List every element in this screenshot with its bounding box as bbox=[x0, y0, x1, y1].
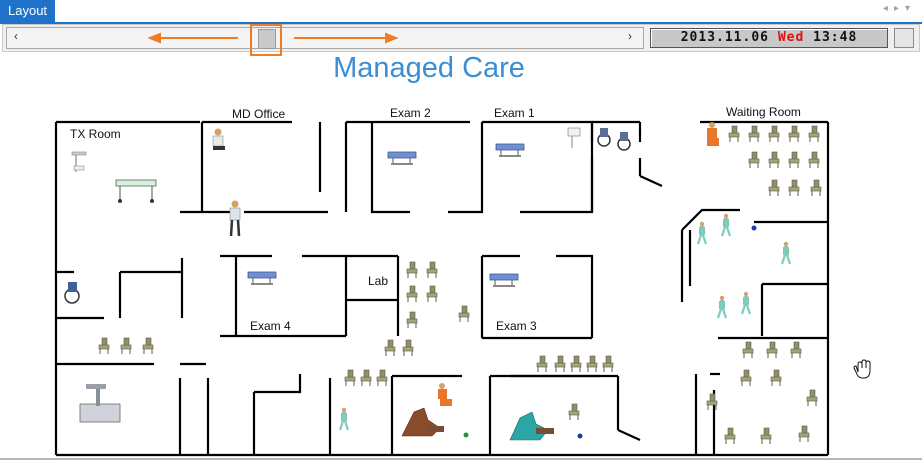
status-marker-icon bbox=[577, 433, 583, 439]
walking-patient-icon[interactable] bbox=[780, 240, 792, 266]
x-ray-machine-icon[interactable] bbox=[79, 384, 121, 423]
stretcher-icon[interactable] bbox=[115, 179, 157, 203]
exam-bed-icon[interactable] bbox=[387, 151, 417, 166]
room-label-exam4: Exam 4 bbox=[250, 319, 291, 333]
room-label-waiting: Waiting Room bbox=[726, 105, 801, 119]
patient-reclined-brown-icon[interactable] bbox=[401, 407, 444, 437]
room-label-exam1: Exam 1 bbox=[494, 106, 535, 120]
exam-bed-icon[interactable] bbox=[247, 271, 277, 286]
wheelchair-icon[interactable] bbox=[617, 132, 631, 151]
patient-waiting-icon[interactable] bbox=[707, 122, 719, 146]
hand-cursor-icon bbox=[853, 359, 871, 379]
wheelchair-icon[interactable] bbox=[64, 282, 80, 304]
walking-patient-icon[interactable] bbox=[338, 406, 350, 432]
staff-icon[interactable] bbox=[229, 200, 241, 237]
exam-bed-icon[interactable] bbox=[495, 143, 525, 158]
walking-patient-icon[interactable] bbox=[720, 212, 732, 238]
room-label-tx: TX Room bbox=[70, 127, 121, 141]
room-label-md-office: MD Office bbox=[232, 107, 285, 121]
floor-plan: TX Room MD Office Exam 2 Exam 1 Waiting … bbox=[54, 105, 871, 457]
patient-reclined-teal-icon[interactable] bbox=[509, 411, 554, 441]
walking-patient-icon[interactable] bbox=[716, 294, 728, 320]
room-label-lab: Lab bbox=[368, 274, 388, 288]
patient-seated-icon[interactable] bbox=[438, 383, 452, 406]
status-marker-icon bbox=[463, 432, 469, 438]
iv-stand-icon bbox=[71, 151, 87, 172]
lab-chairs bbox=[98, 261, 614, 421]
doctor-icon[interactable] bbox=[212, 128, 225, 151]
exam-bed-icon[interactable] bbox=[489, 273, 519, 288]
sink-icon bbox=[567, 127, 581, 148]
wheelchair-icon[interactable] bbox=[597, 128, 611, 147]
room-label-exam2: Exam 2 bbox=[390, 106, 431, 120]
status-marker-icon bbox=[751, 225, 757, 231]
walking-patient-icon[interactable] bbox=[740, 290, 752, 316]
walking-patient-icon[interactable] bbox=[696, 220, 708, 246]
room-label-exam3: Exam 3 bbox=[496, 319, 537, 333]
